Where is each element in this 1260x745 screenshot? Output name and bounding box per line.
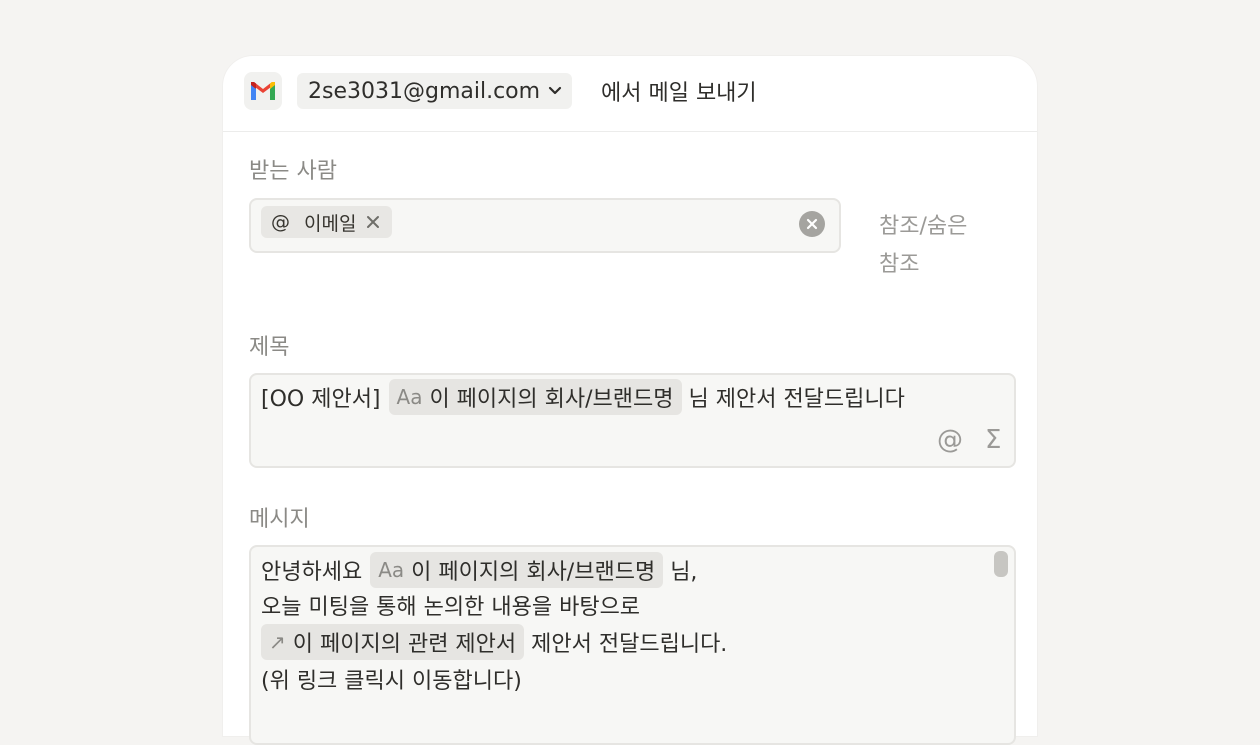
company-name-token[interactable]: Aa 이 페이지의 회사/브랜드명 [388,379,682,415]
send-email-panel: 2se3031@gmail.com 에서 메일 보내기 받는 사람 @ 이메일 … [223,56,1037,745]
email-chip-label: 이메일 [304,212,357,235]
message-line-2: 오늘 미팅을 통해 논의한 내용을 바탕으로 [261,589,640,621]
token-label: 이 페이지의 관련 제안서 [292,632,517,657]
account-select[interactable]: 2se3031@gmail.com [297,73,573,109]
email-chip[interactable]: @ 이메일 [261,206,393,238]
message-line-1-suffix: 님, [670,560,698,585]
subject-prefix: [OO 제안서] [261,387,381,412]
message-input[interactable]: 안녕하세요 Aa 이 페이지의 회사/브랜드명 님, 오늘 미팅을 통해 논의한… [249,545,1016,745]
header-title-suffix: 에서 메일 보내기 [601,81,757,106]
gmail-icon [244,72,282,110]
text-property-icon: Aa [378,558,405,582]
remove-chip-icon[interactable] [366,215,380,229]
panel-header: 2se3031@gmail.com 에서 메일 보내기 [223,56,1037,132]
message-line-4: (위 링크 클릭시 이동합니다) [261,663,522,695]
message-line-4-text: (위 링크 클릭시 이동합니다) [261,669,522,694]
subject-input[interactable]: [OO 제안서] Aa 이 페이지의 회사/브랜드명 님 제안서 전달드립니다 … [249,373,1016,468]
subject-line: [OO 제안서] Aa 이 페이지의 회사/브랜드명 님 제안서 전달드립니다 [261,379,905,415]
scrollbar[interactable] [994,551,1008,577]
mention-icon[interactable]: @ [937,425,963,455]
arrow-up-right-icon: ↗ [269,630,286,654]
subject-label: 제목 [249,335,290,360]
cc-bcc-link[interactable]: 참조/숨은 참조 [879,208,989,284]
company-name-token[interactable]: Aa 이 페이지의 회사/브랜드명 [370,552,664,588]
clear-icon[interactable] [799,211,825,237]
chevron-down-icon [548,86,562,96]
subject-suffix: 님 제안서 전달드립니다 [688,387,905,412]
message-label: 메시지 [249,507,310,532]
to-input[interactable]: @ 이메일 [249,198,841,253]
subject-insert-icons: @ Σ [937,425,1001,455]
text-property-icon: Aa [396,385,423,409]
at-icon: @ [271,211,290,233]
message-greeting: 안녕하세요 [261,560,363,585]
token-label: 이 페이지의 회사/브랜드명 [411,560,656,585]
token-label: 이 페이지의 회사/브랜드명 [429,387,674,412]
to-label: 받는 사람 [249,159,337,184]
formula-icon[interactable]: Σ [985,425,1001,455]
account-email: 2se3031@gmail.com [308,78,541,104]
message-line-1: 안녕하세요 Aa 이 페이지의 회사/브랜드명 님, [261,552,697,588]
proposal-relation-token[interactable]: ↗ 이 페이지의 관련 제안서 [261,624,525,660]
message-line-3-suffix: 제안서 전달드립니다. [531,632,728,657]
message-line-3: ↗ 이 페이지의 관련 제안서 제안서 전달드립니다. [261,624,727,660]
message-line-2-text: 오늘 미팅을 통해 논의한 내용을 바탕으로 [261,595,641,620]
